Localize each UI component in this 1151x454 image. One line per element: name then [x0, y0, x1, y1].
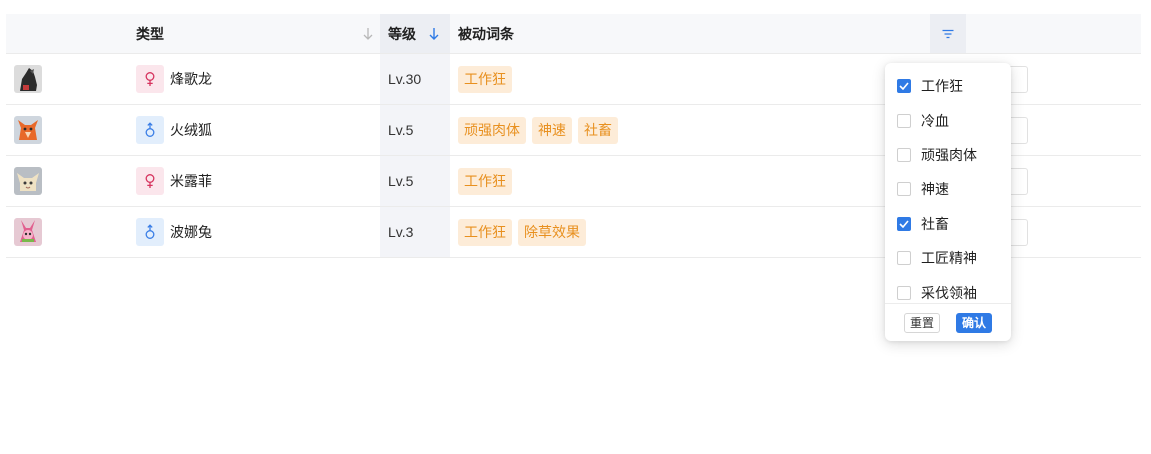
avatar-cell — [6, 156, 128, 206]
header-type-cell[interactable]: 类型 — [128, 14, 380, 53]
pal-name: 烽歌龙 — [170, 71, 212, 87]
filter-option-list[interactable]: 工作狂冷血顽强肉体神速社畜工匠精神采伐领袖 — [885, 69, 1011, 303]
filter-option[interactable]: 冷血 — [885, 103, 1011, 137]
sort-down-icon[interactable] — [362, 26, 374, 42]
level-cell: Lv.30 — [380, 54, 450, 104]
pal-name: 火绒狐 — [170, 122, 212, 138]
trait-tag: 工作狂 — [458, 218, 512, 246]
trait-tag: 社畜 — [578, 116, 618, 144]
filter-checkbox[interactable] — [897, 147, 911, 162]
page: 类型 等级 被动词条 烽歌龙 Lv.30 工作狂 火绒狐 Lv.5 顽强肉体 神速 社畜米 — [0, 0, 1151, 454]
traits-cell: 工作狂 除草效果 — [450, 207, 930, 257]
header-level-cell[interactable]: 等级 — [380, 14, 450, 53]
traits-cell: 工作狂 — [450, 54, 930, 104]
traits-cell: 工作狂 — [450, 156, 930, 206]
header-avatar-cell — [6, 14, 128, 53]
avatar-cell — [6, 105, 128, 155]
type-cell: 火绒狐 — [128, 105, 380, 155]
cream-creature-avatar — [14, 167, 42, 195]
header-traits-cell: 被动词条 — [450, 14, 930, 53]
check-icon — [899, 220, 909, 228]
trait-tag: 工作狂 — [458, 167, 512, 195]
trait-tag: 神速 — [532, 116, 572, 144]
filter-option-label: 神速 — [921, 181, 949, 198]
level-cell: Lv.3 — [380, 207, 450, 257]
avatar-cell — [6, 207, 128, 257]
trait-tag: 顽强肉体 — [458, 116, 526, 144]
pal-level: Lv.3 — [388, 224, 414, 240]
filter-checkbox[interactable] — [897, 285, 911, 300]
filter-option[interactable]: 神速 — [885, 172, 1011, 206]
filter-icon[interactable] — [942, 29, 954, 39]
pal-level: Lv.30 — [388, 71, 422, 87]
row-action-button[interactable] — [1008, 66, 1028, 93]
header-level-label: 等级 — [388, 25, 416, 42]
filter-option[interactable]: 顽强肉体 — [885, 138, 1011, 172]
pink-bunny-avatar — [14, 218, 42, 246]
level-cell: Lv.5 — [380, 105, 450, 155]
check-icon — [899, 82, 909, 91]
trait-tag: 工作狂 — [458, 65, 512, 93]
pal-name: 波娜兔 — [170, 224, 212, 240]
filter-checkbox[interactable] — [897, 113, 911, 128]
sort-down-active-icon[interactable] — [428, 26, 440, 42]
filter-option[interactable]: 工作狂 — [885, 69, 1011, 103]
filter-option[interactable]: 工匠精神 — [885, 241, 1011, 275]
filter-option-label: 工匠精神 — [921, 250, 977, 267]
filter-checkbox[interactable] — [897, 182, 911, 197]
header-traits-label: 被动词条 — [458, 25, 514, 42]
pal-level: Lv.5 — [388, 122, 414, 138]
pal-name: 米露菲 — [170, 173, 212, 189]
filter-checkbox[interactable] — [897, 216, 911, 231]
pal-level: Lv.5 — [388, 173, 414, 189]
filter-option-label: 冷血 — [921, 112, 949, 129]
male-icon — [136, 218, 164, 246]
type-cell: 米露菲 — [128, 156, 380, 206]
filter-trigger[interactable] — [930, 14, 966, 53]
confirm-button[interactable]: 确认 — [955, 312, 992, 333]
filter-footer: 重置 确认 — [885, 303, 1011, 341]
female-icon — [136, 65, 164, 93]
filter-option-label: 采伐领袖 — [921, 284, 977, 301]
fire-fox-avatar — [14, 116, 42, 144]
type-cell: 烽歌龙 — [128, 54, 380, 104]
dark-dragon-avatar — [14, 65, 42, 93]
filter-checkbox[interactable] — [897, 251, 911, 266]
male-icon — [136, 116, 164, 144]
filter-checkbox[interactable] — [897, 79, 911, 94]
avatar-cell — [6, 54, 128, 104]
table-header: 类型 等级 被动词条 — [6, 14, 1141, 54]
filter-option-label: 工作狂 — [921, 78, 963, 95]
reset-button[interactable]: 重置 — [904, 312, 941, 333]
female-icon — [136, 167, 164, 195]
filter-option-label: 社畜 — [921, 215, 949, 232]
row-action-button[interactable] — [1008, 117, 1028, 144]
filter-option-label: 顽强肉体 — [921, 146, 977, 163]
filter-option[interactable]: 社畜 — [885, 207, 1011, 241]
trait-filter-dropdown: 工作狂冷血顽强肉体神速社畜工匠精神采伐领袖 重置 确认 — [885, 63, 1011, 341]
filter-option[interactable]: 采伐领袖 — [885, 275, 1011, 303]
level-cell: Lv.5 — [380, 156, 450, 206]
row-action-button[interactable] — [1008, 219, 1028, 246]
type-cell: 波娜兔 — [128, 207, 380, 257]
trait-tag: 除草效果 — [518, 218, 586, 246]
traits-cell: 顽强肉体 神速 社畜 — [450, 105, 930, 155]
row-action-button[interactable] — [1008, 168, 1028, 195]
header-type-label: 类型 — [136, 25, 164, 42]
